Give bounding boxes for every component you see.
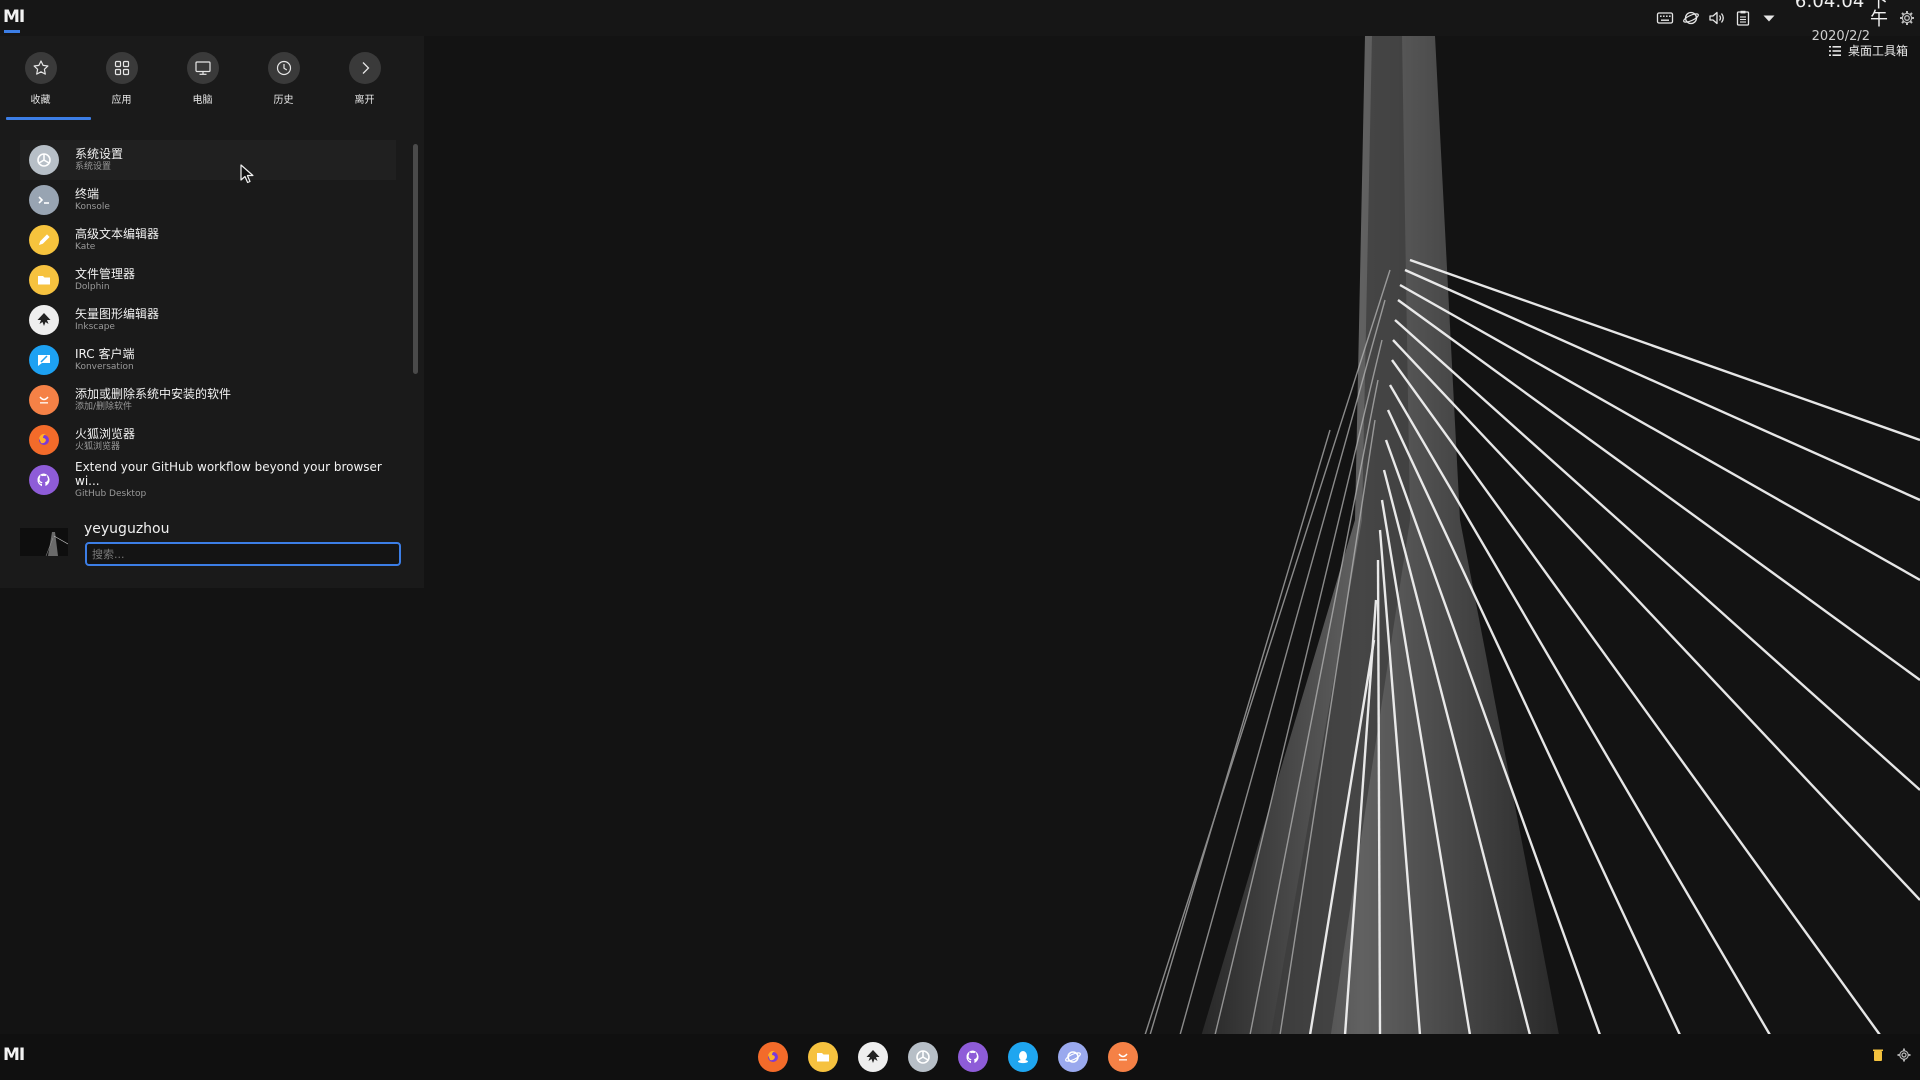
volume-icon[interactable] <box>1704 0 1730 36</box>
tab-computer[interactable]: 电脑 <box>162 46 243 126</box>
keyboard-icon[interactable] <box>1652 0 1678 36</box>
clock-time: 6:04:04 下午 <box>1794 0 1888 30</box>
app-subtitle: Konsole <box>75 201 110 212</box>
avatar[interactable] <box>20 528 68 556</box>
dock-firefox-icon[interactable] <box>758 1042 788 1072</box>
app-name: 高级文本编辑器 <box>75 226 160 241</box>
username: yeyuguzhou <box>84 521 170 537</box>
network-icon[interactable] <box>1678 0 1704 36</box>
mouse-cursor-icon <box>240 164 254 184</box>
dock-settings-icon[interactable] <box>908 1042 938 1072</box>
app-name: 添加或删除系统中安装的软件 <box>75 386 232 401</box>
list-item-vector-editor[interactable]: 矢量图形编辑器 Inkscape <box>20 300 396 340</box>
app-subtitle: Dolphin <box>75 281 110 292</box>
trash-icon[interactable] <box>1870 1047 1886 1067</box>
dock-qq-icon[interactable] <box>1008 1042 1038 1072</box>
launcher-tabs: 收藏 应用 电脑 历史 离开 <box>0 46 424 126</box>
list-item-file-manager[interactable]: 文件管理器 Dolphin <box>20 260 396 300</box>
search-input[interactable] <box>85 542 401 566</box>
app-name: Extend your GitHub workflow beyond your … <box>75 460 382 488</box>
terminal-icon <box>29 185 59 215</box>
clipboard-icon[interactable] <box>1730 0 1756 36</box>
tab-history-label: 历史 <box>273 95 294 106</box>
star-icon <box>24 52 57 84</box>
list-scrollbar[interactable] <box>413 144 418 374</box>
app-name: 火狐浏览器 <box>75 426 136 441</box>
chat-icon <box>29 345 59 375</box>
list-item-terminal[interactable]: 终端 Konsole <box>20 180 396 220</box>
app-subtitle: GitHub Desktop <box>75 488 147 499</box>
github-icon <box>29 465 59 495</box>
list-item-system-settings[interactable]: 系统设置 系统设置 <box>20 140 396 180</box>
tab-applications-label: 应用 <box>111 95 132 106</box>
inkscape-icon <box>29 305 59 335</box>
dock-browser-icon[interactable] <box>1058 1042 1088 1072</box>
dock-right-area <box>1870 1034 1912 1080</box>
dock-github-icon[interactable] <box>958 1042 988 1072</box>
user-area: yeyuguzhou <box>20 518 401 578</box>
list-item-software-manager[interactable]: 添加或删除系统中安装的软件 添加/删除软件 <box>20 380 396 420</box>
clock[interactable]: 6:04:04 下午 2020/2/2 <box>1782 0 1894 43</box>
system-tray: 6:04:04 下午 2020/2/2 <box>1652 0 1920 43</box>
tab-applications[interactable]: 应用 <box>81 46 162 126</box>
list-item-github-desktop[interactable]: Extend your GitHub workflow beyond your … <box>20 460 396 500</box>
app-subtitle: 系统设置 <box>75 161 112 172</box>
app-subtitle: Kate <box>75 241 96 252</box>
dock-shop-icon[interactable] <box>1108 1042 1138 1072</box>
desktop-toolbox-button[interactable]: 桌面工具箱 <box>1828 42 1908 59</box>
tab-favorites-label: 收藏 <box>30 95 51 106</box>
tab-leave[interactable]: 离开 <box>324 46 405 126</box>
tab-computer-label: 电脑 <box>192 95 213 106</box>
dock-folder-icon[interactable] <box>808 1042 838 1072</box>
dock-inkscape-icon[interactable] <box>858 1042 888 1072</box>
app-subtitle: 火狐浏览器 <box>75 441 121 452</box>
app-name: IRC 客户端 <box>75 346 135 361</box>
settings-icon <box>29 145 59 175</box>
tab-history[interactable]: 历史 <box>243 46 324 126</box>
active-tab-indicator <box>6 117 91 120</box>
monitor-icon <box>186 52 219 84</box>
application-launcher: 收藏 应用 电脑 历史 离开 系统设置 系统设置 终端 Konsole 高级文本… <box>0 36 424 588</box>
app-subtitle: Konversation <box>75 361 134 372</box>
pen-icon <box>29 225 59 255</box>
list-item-firefox[interactable]: 火狐浏览器 火狐浏览器 <box>20 420 396 460</box>
app-subtitle: Inkscape <box>75 321 115 332</box>
firefox-icon <box>29 425 59 455</box>
desktop-toolbox-label: 桌面工具箱 <box>1847 44 1908 58</box>
clock-icon <box>267 52 300 84</box>
bottom-dock: MI <box>0 1034 1920 1080</box>
app-name: 终端 <box>75 186 100 201</box>
app-name: 文件管理器 <box>75 266 136 281</box>
app-name: 系统设置 <box>75 146 124 161</box>
list-item-irc-client[interactable]: IRC 客户端 Konversation <box>20 340 396 380</box>
app-subtitle: 添加/删除软件 <box>75 401 133 412</box>
gear-icon[interactable] <box>1896 1047 1912 1067</box>
tab-leave-label: 离开 <box>354 95 375 106</box>
list-item-text-editor[interactable]: 高级文本编辑器 Kate <box>20 220 396 260</box>
list-icon <box>1828 45 1841 56</box>
mi-logo-icon[interactable]: MI <box>3 1045 25 1065</box>
top-panel: MI 6:04:04 下午 2020/2/2 <box>0 0 1920 43</box>
gear-icon[interactable] <box>1894 0 1920 36</box>
folder-icon <box>29 265 59 295</box>
grid-icon <box>105 52 138 84</box>
expand-arrow-icon[interactable] <box>1756 0 1782 36</box>
logo-active-indicator <box>4 30 20 33</box>
mi-logo-icon[interactable]: MI <box>3 7 25 27</box>
chevron-right-icon <box>348 52 381 84</box>
tab-favorites[interactable]: 收藏 <box>0 46 81 126</box>
favorites-list: 系统设置 系统设置 终端 Konsole 高级文本编辑器 Kate 文件管理器 … <box>20 140 396 500</box>
dock-app-list <box>758 1042 1138 1072</box>
app-name: 矢量图形编辑器 <box>75 306 160 321</box>
shop-icon <box>29 385 59 415</box>
